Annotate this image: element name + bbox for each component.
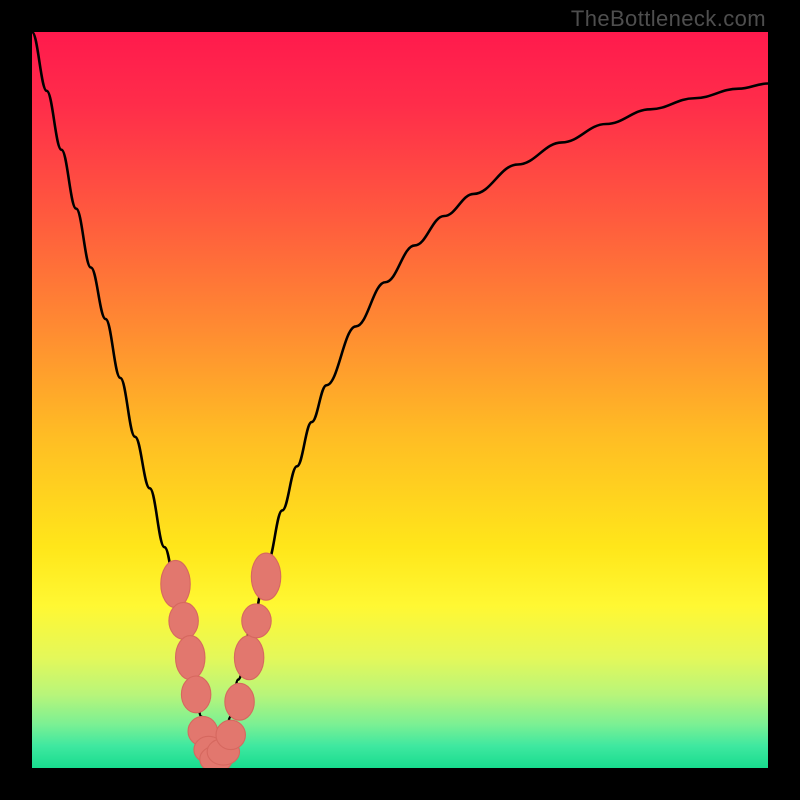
curve-marker (225, 683, 254, 720)
curve-marker (216, 720, 245, 749)
curve-marker (251, 553, 280, 600)
curve-layer (32, 32, 768, 768)
bottleneck-curve (32, 32, 768, 761)
chart-frame: TheBottleneck.com (0, 0, 800, 800)
curve-marker (176, 636, 205, 680)
plot-area (32, 32, 768, 768)
curve-marker (161, 560, 190, 607)
curve-marker (242, 604, 271, 638)
curve-marker (169, 602, 198, 639)
curve-markers (161, 553, 281, 768)
curve-marker (181, 676, 210, 713)
watermark-text: TheBottleneck.com (571, 6, 766, 32)
curve-marker (234, 636, 263, 680)
